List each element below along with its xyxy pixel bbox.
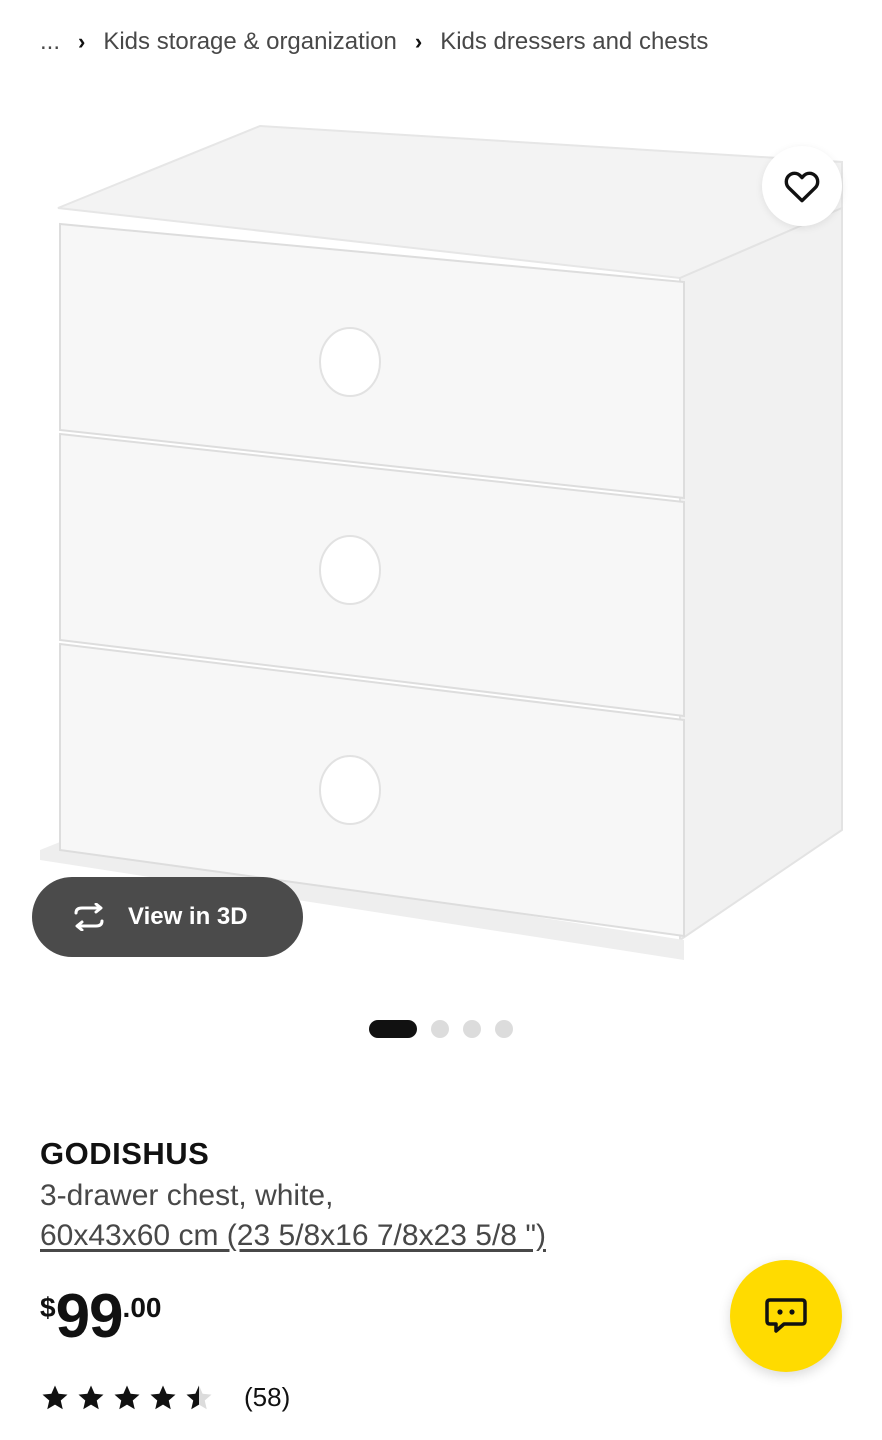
price-decimal: .00 (122, 1292, 162, 1323)
breadcrumb-ellipsis[interactable]: ... (40, 28, 60, 56)
favorite-button[interactable] (762, 146, 842, 226)
star-icon (150, 1385, 176, 1409)
chat-icon (765, 1298, 807, 1333)
product-dimensions-link[interactable]: 60x43x60 cm (23 5/8x16 7/8x23 5/8 ") (40, 1216, 546, 1256)
view-in-3d-label: View in 3D (128, 903, 248, 930)
rotate-3d-icon (68, 903, 110, 931)
carousel-dot-2[interactable] (431, 1020, 449, 1038)
carousel-dot-3[interactable] (463, 1020, 481, 1038)
product-price: $ 99 .00 (40, 1286, 161, 1348)
product-name: GODISHUS (40, 1136, 210, 1171)
price-currency: $ (40, 1292, 56, 1323)
breadcrumb: ... › Kids storage & organization › Kids… (40, 24, 862, 60)
carousel-dots (369, 1020, 513, 1038)
star-icon (78, 1385, 104, 1409)
chat-button[interactable] (730, 1260, 842, 1372)
view-in-3d-button[interactable]: View in 3D (32, 877, 303, 957)
carousel-dot-4[interactable] (495, 1020, 513, 1038)
product-gallery[interactable] (0, 90, 882, 990)
chevron-right-icon: › (78, 29, 86, 54)
rating-count: (58) (244, 1382, 291, 1412)
star-icon (42, 1385, 68, 1409)
product-image[interactable] (0, 90, 882, 990)
breadcrumb-kids-dressers[interactable]: Kids dressers and chests (440, 28, 708, 56)
product-rating[interactable]: (58) (40, 1382, 290, 1413)
star-half-icon (186, 1385, 212, 1409)
price-integer: 99 (55, 1282, 124, 1351)
carousel-dot-1[interactable] (369, 1020, 417, 1038)
star-icon (114, 1385, 140, 1409)
breadcrumb-kids-storage[interactable]: Kids storage & organization (103, 28, 397, 56)
chevron-right-icon: › (414, 29, 423, 54)
product-description: 3-drawer chest, white, (40, 1179, 334, 1212)
heart-icon (784, 171, 820, 203)
